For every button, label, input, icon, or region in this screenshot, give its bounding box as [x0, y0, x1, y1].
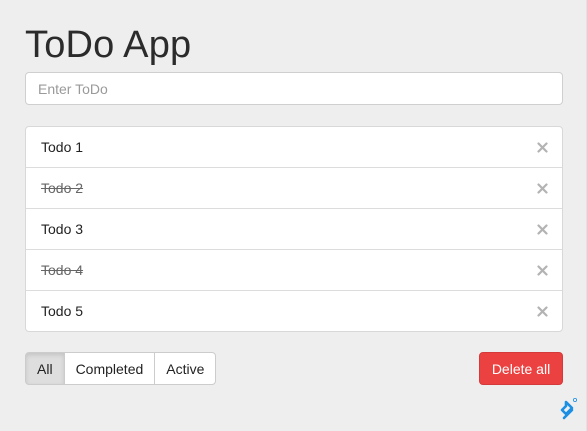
delete-all-button[interactable]: Delete all — [479, 352, 563, 385]
todo-input[interactable] — [25, 72, 563, 105]
close-icon[interactable] — [535, 263, 549, 277]
filter-button-group: All Completed Active — [25, 352, 217, 385]
todo-item[interactable]: Todo 5 — [26, 291, 562, 331]
todo-label: Todo 4 — [41, 262, 84, 278]
todo-item-completed[interactable]: Todo 2 — [26, 168, 562, 209]
page-title: ToDo App — [25, 24, 192, 66]
filter-all-button[interactable]: All — [25, 352, 65, 385]
todo-item[interactable]: Todo 1 — [26, 127, 562, 168]
todo-label: Todo 1 — [41, 139, 84, 155]
todo-label: Todo 2 — [41, 180, 84, 196]
filter-active-button[interactable]: Active — [154, 352, 217, 385]
todo-item-completed[interactable]: Todo 4 — [26, 250, 562, 291]
todo-label: Todo 5 — [41, 303, 84, 319]
close-icon[interactable] — [535, 304, 549, 318]
todo-app: ToDo App Todo 1 Todo 2 Todo 3 Todo 4 — [0, 0, 587, 431]
close-icon[interactable] — [535, 140, 549, 154]
todo-item[interactable]: Todo 3 — [26, 209, 562, 250]
todo-list: Todo 1 Todo 2 Todo 3 Todo 4 Todo 5 — [25, 126, 563, 332]
todo-label: Todo 3 — [41, 221, 84, 237]
close-icon[interactable] — [535, 222, 549, 236]
toptal-logo-icon — [558, 396, 580, 422]
close-icon[interactable] — [535, 181, 549, 195]
filter-completed-button[interactable]: Completed — [63, 352, 156, 385]
